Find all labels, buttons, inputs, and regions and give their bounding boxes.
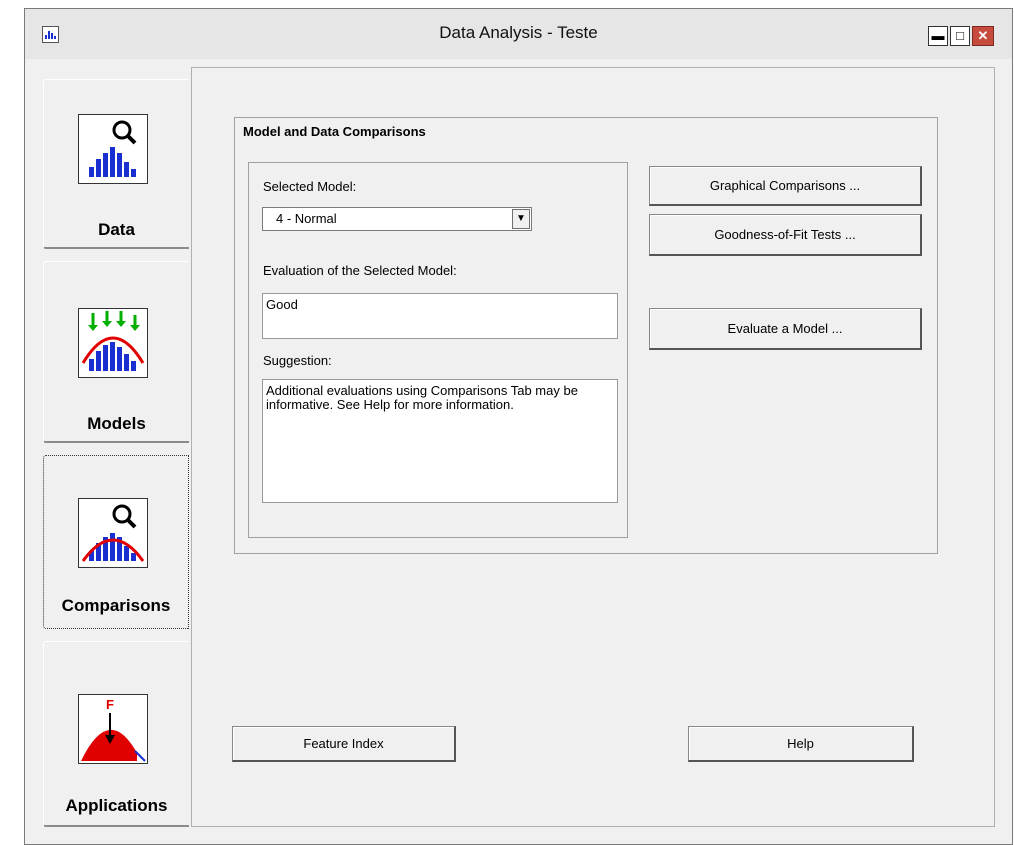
group-title: Model and Data Comparisons — [241, 124, 428, 139]
minimize-button[interactable]: ▬ — [928, 26, 948, 46]
close-button[interactable]: ✕ — [972, 26, 994, 46]
suggestion-field[interactable]: Additional evaluations using Comparisons… — [262, 379, 618, 503]
tab-models[interactable]: Models — [43, 261, 189, 443]
chevron-down-icon[interactable]: ▼ — [512, 209, 530, 229]
tab-applications[interactable]: F Applications — [43, 641, 189, 827]
window-title: Data Analysis - Teste — [439, 23, 598, 42]
feature-index-button[interactable]: Feature Index — [232, 726, 456, 762]
models-fit-icon — [78, 308, 148, 378]
applications-probability-icon: F — [78, 694, 148, 764]
tab-data-label: Data — [98, 220, 135, 239]
selected-model-value: 4 - Normal — [276, 211, 337, 226]
model-evaluation-frame: Selected Model: 4 - Normal ▼ Evaluation … — [248, 162, 628, 538]
graphical-comparisons-button[interactable]: Graphical Comparisons ... — [649, 166, 922, 206]
main-panel: Model and Data Comparisons Selected Mode… — [191, 67, 995, 827]
evaluate-model-button[interactable]: Evaluate a Model ... — [649, 308, 922, 350]
applications-icon-letter: F — [106, 697, 114, 712]
tab-comparisons-label: Comparisons — [61, 596, 171, 615]
client-area: Data Models Comparisons F Applications M… — [37, 67, 995, 827]
help-button[interactable]: Help — [688, 726, 914, 762]
goodness-of-fit-button[interactable]: Goodness-of-Fit Tests ... — [649, 214, 922, 256]
title-bar: Data Analysis - Teste ▬ □ ✕ — [25, 9, 1012, 59]
comparisons-group: Model and Data Comparisons Selected Mode… — [234, 117, 938, 554]
comparisons-magnifier-icon — [78, 498, 148, 568]
evaluation-label: Evaluation of the Selected Model: — [263, 263, 457, 278]
suggestion-label: Suggestion: — [263, 353, 332, 368]
tab-models-label: Models — [87, 414, 146, 433]
tab-applications-label: Applications — [65, 796, 168, 815]
evaluation-field[interactable]: Good — [262, 293, 618, 339]
selected-model-label: Selected Model: — [263, 179, 357, 194]
selected-model-select[interactable]: 4 - Normal ▼ — [262, 207, 532, 231]
tab-comparisons[interactable]: Comparisons — [43, 455, 189, 629]
maximize-button[interactable]: □ — [950, 26, 970, 46]
app-window: Data Analysis - Teste ▬ □ ✕ Data Models … — [24, 8, 1013, 845]
data-magnifier-icon — [78, 114, 148, 184]
tab-data[interactable]: Data — [43, 79, 189, 249]
